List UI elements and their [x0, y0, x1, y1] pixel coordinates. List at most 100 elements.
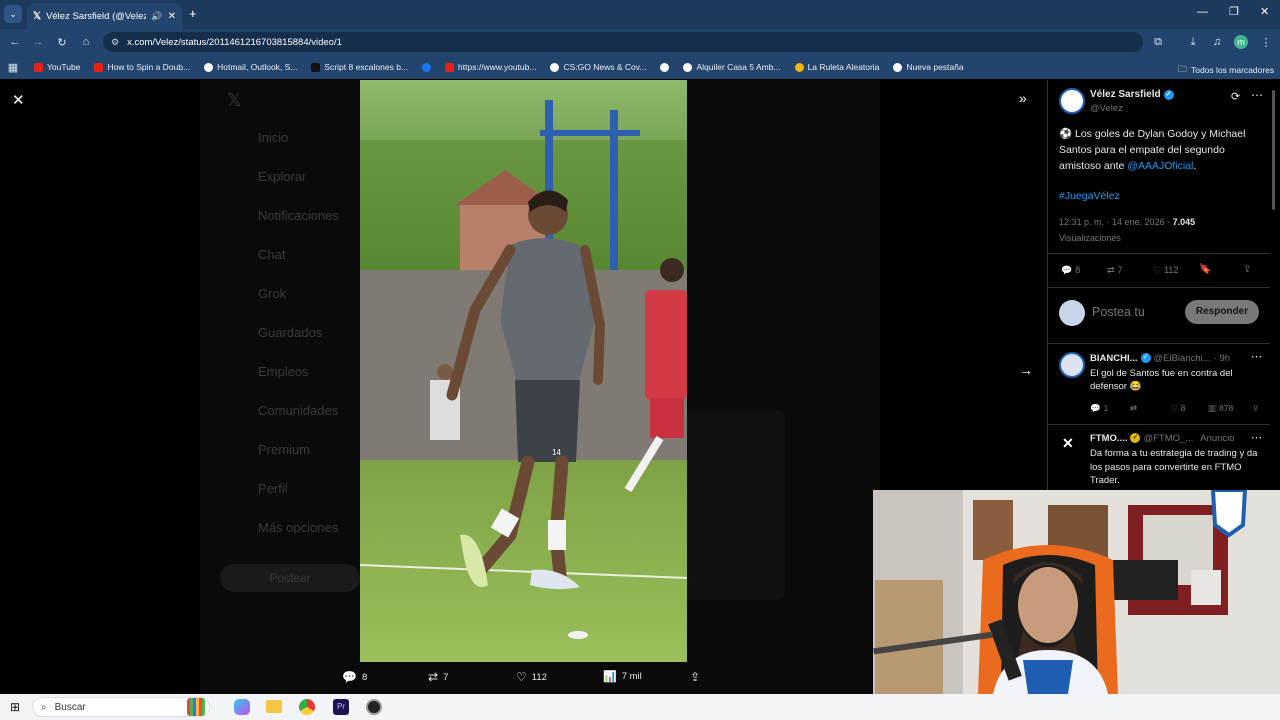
repost-icon: ⇄: [428, 670, 439, 684]
media-reply-button[interactable]: 💬 8: [342, 670, 367, 684]
close-window-button[interactable]: ✕: [1260, 5, 1269, 18]
tweet-repost-button[interactable]: ⇄ 7: [1107, 265, 1123, 276]
extensions-icon[interactable]: ⧉: [1149, 33, 1167, 51]
bookmark-ruleta[interactable]: La Ruleta Aleatoria: [794, 62, 879, 72]
share-icon: ⇪: [690, 670, 701, 684]
author-avatar[interactable]: [1059, 88, 1085, 114]
nav-ghost-item: Premium: [258, 442, 311, 457]
reply-author-name[interactable]: BIANCHI...: [1090, 353, 1138, 364]
ftmo-logo-icon[interactable]: ✕: [1062, 435, 1074, 452]
reply-like-button[interactable]: ♡ 8: [1170, 403, 1185, 414]
reply-repost-button[interactable]: ⇄: [1130, 403, 1137, 414]
reply-icon: 💬: [342, 670, 357, 684]
bookmark-csgo[interactable]: CS:GO News & Cov...: [550, 62, 646, 72]
address-bar[interactable]: ⚙ x.com/Velez/status/2011461216703815884…: [103, 32, 1143, 52]
reload-icon[interactable]: ↻: [53, 33, 71, 51]
more-options-icon[interactable]: ⋯: [1251, 431, 1262, 444]
media-control-icon[interactable]: ♫: [1208, 33, 1226, 51]
copilot-icon[interactable]: [234, 699, 250, 715]
media-share-button[interactable]: ⇪: [690, 670, 700, 684]
new-tab-button[interactable]: +: [189, 6, 197, 21]
more-options-icon[interactable]: ⋯: [1251, 350, 1262, 363]
bookmark-generic[interactable]: [660, 62, 670, 72]
sidebar-scrollbar[interactable]: [1272, 90, 1275, 210]
back-icon[interactable]: ←: [6, 33, 24, 51]
share-icon[interactable]: ⇪: [1252, 403, 1259, 414]
reply-reply-button[interactable]: 💬 1: [1090, 403, 1108, 414]
youtube-icon: [94, 62, 104, 72]
media-repost-button[interactable]: ⇄ 7: [428, 670, 448, 684]
ad-item[interactable]: ✕ FTMO.... ✓ @FTMO_... Anuncio ⋯ Da form…: [1048, 425, 1270, 495]
obs-icon[interactable]: [366, 699, 382, 715]
browser-tab[interactable]: 𝕏 Vélez Sarsfield (@Velez) / X 🔊 ✕: [27, 3, 182, 29]
reply-views-button[interactable]: ▥ 878: [1208, 403, 1233, 414]
minimize-button[interactable]: —: [1197, 6, 1208, 18]
restore-button[interactable]: ❐: [1229, 5, 1239, 18]
reply-author-handle[interactable]: @ElBianchi...: [1154, 353, 1211, 364]
background-x-logo: 𝕏: [227, 90, 242, 110]
nav-ghost-item: Más opciones: [258, 520, 339, 535]
nav-ghost-item: Guardados: [258, 325, 323, 340]
repost-icon: ⇄: [1107, 265, 1115, 275]
bookmark-facebook[interactable]: [422, 62, 432, 72]
reply-icon: 💬: [1061, 265, 1073, 275]
more-options-icon[interactable]: ⋯: [1251, 88, 1263, 102]
author-name-row[interactable]: Vélez Sarsfield ✓: [1090, 89, 1174, 100]
media-photo[interactable]: 14: [360, 80, 687, 662]
reply-avatar[interactable]: [1059, 352, 1085, 378]
tweet-like-button[interactable]: ♡ 112: [1153, 265, 1178, 276]
script-icon: [311, 62, 321, 72]
collapse-sidebar-icon[interactable]: »: [1019, 90, 1027, 106]
tab-close-icon[interactable]: ✕: [168, 11, 176, 22]
next-media-icon[interactable]: →: [1019, 362, 1033, 378]
site-info-icon[interactable]: ⚙: [111, 37, 119, 48]
tweet-text: ⚽ Los goles de Dylan Godoy y Michael San…: [1059, 128, 1246, 172]
menu-kebab-icon[interactable]: ⋮: [1257, 33, 1275, 51]
heart-icon: ♡: [1170, 403, 1178, 413]
ad-author-handle[interactable]: @FTMO_...: [1143, 433, 1193, 444]
audio-icon[interactable]: 🔊: [151, 11, 162, 22]
bookmark-hotmail[interactable]: Hotmail, Outlook, S...: [204, 62, 297, 72]
hltv-icon: [550, 62, 560, 72]
hashtag-link[interactable]: #JuegaVélez: [1059, 190, 1120, 202]
views-icon: 📊: [603, 671, 617, 683]
grok-icon[interactable]: ⟳: [1231, 90, 1240, 103]
views-icon: ▥: [1208, 403, 1217, 413]
share-icon[interactable]: ⇪: [1243, 264, 1251, 275]
download-icon[interactable]: ⤓: [1184, 33, 1202, 51]
media-views-button[interactable]: 📊 7 mil: [603, 670, 642, 683]
reply-composer-input[interactable]: Postea tu: [1092, 305, 1145, 319]
windows-start-icon[interactable]: ⊞: [10, 700, 20, 714]
reply-item[interactable]: BIANCHI... ✓ @ElBianchi... · 9h ⋯ El gol…: [1048, 344, 1270, 424]
chrome-icon[interactable]: [299, 699, 315, 715]
author-handle[interactable]: @Velez: [1090, 103, 1123, 114]
all-bookmarks-folder[interactable]: 🗀 Todos los marcadores: [1178, 62, 1274, 78]
tab-search-button[interactable]: ⌄: [4, 5, 22, 23]
forward-icon[interactable]: →: [29, 33, 47, 51]
search-icon: ⌕: [41, 701, 47, 713]
widgets-icon[interactable]: [187, 698, 205, 716]
bookmark-new-tab[interactable]: Nueva pestaña: [893, 62, 964, 72]
tweet-reply-button[interactable]: 💬 8: [1061, 265, 1080, 276]
bookmark-youtube-link[interactable]: https://www.youtub...: [445, 62, 536, 72]
bookmark-youtube[interactable]: YouTube: [34, 62, 80, 72]
reply-button[interactable]: Responder: [1185, 300, 1259, 324]
nav-ghost-item: Grok: [258, 286, 287, 301]
bookmark-spin[interactable]: How to Spin a Doub...: [94, 62, 190, 72]
profile-avatar[interactable]: m: [1234, 35, 1248, 49]
apps-grid-icon[interactable]: ▦: [4, 58, 22, 76]
close-media-icon[interactable]: ✕: [12, 91, 25, 109]
mention-link[interactable]: @AAAJOficial: [1127, 160, 1193, 172]
ad-text: Da forma a tu estrategia de trading y da…: [1090, 448, 1258, 486]
media-like-button[interactable]: ♡ 112: [516, 670, 547, 684]
reply-icon: 💬: [1090, 403, 1101, 413]
premiere-icon[interactable]: Pr: [333, 699, 349, 715]
file-explorer-icon[interactable]: [266, 700, 282, 713]
bookmark-script[interactable]: Script 8 escalones b...: [311, 62, 408, 72]
home-icon[interactable]: ⌂: [77, 33, 95, 51]
bookmark-alquiler[interactable]: Alquiler Casa 5 Amb...: [683, 62, 781, 72]
taskbar-search-input[interactable]: ⌕ Buscar: [32, 697, 210, 717]
ad-author-name[interactable]: FTMO....: [1090, 433, 1127, 444]
bookmark-icon[interactable]: 🔖: [1199, 264, 1211, 275]
user-avatar[interactable]: [1059, 300, 1085, 326]
